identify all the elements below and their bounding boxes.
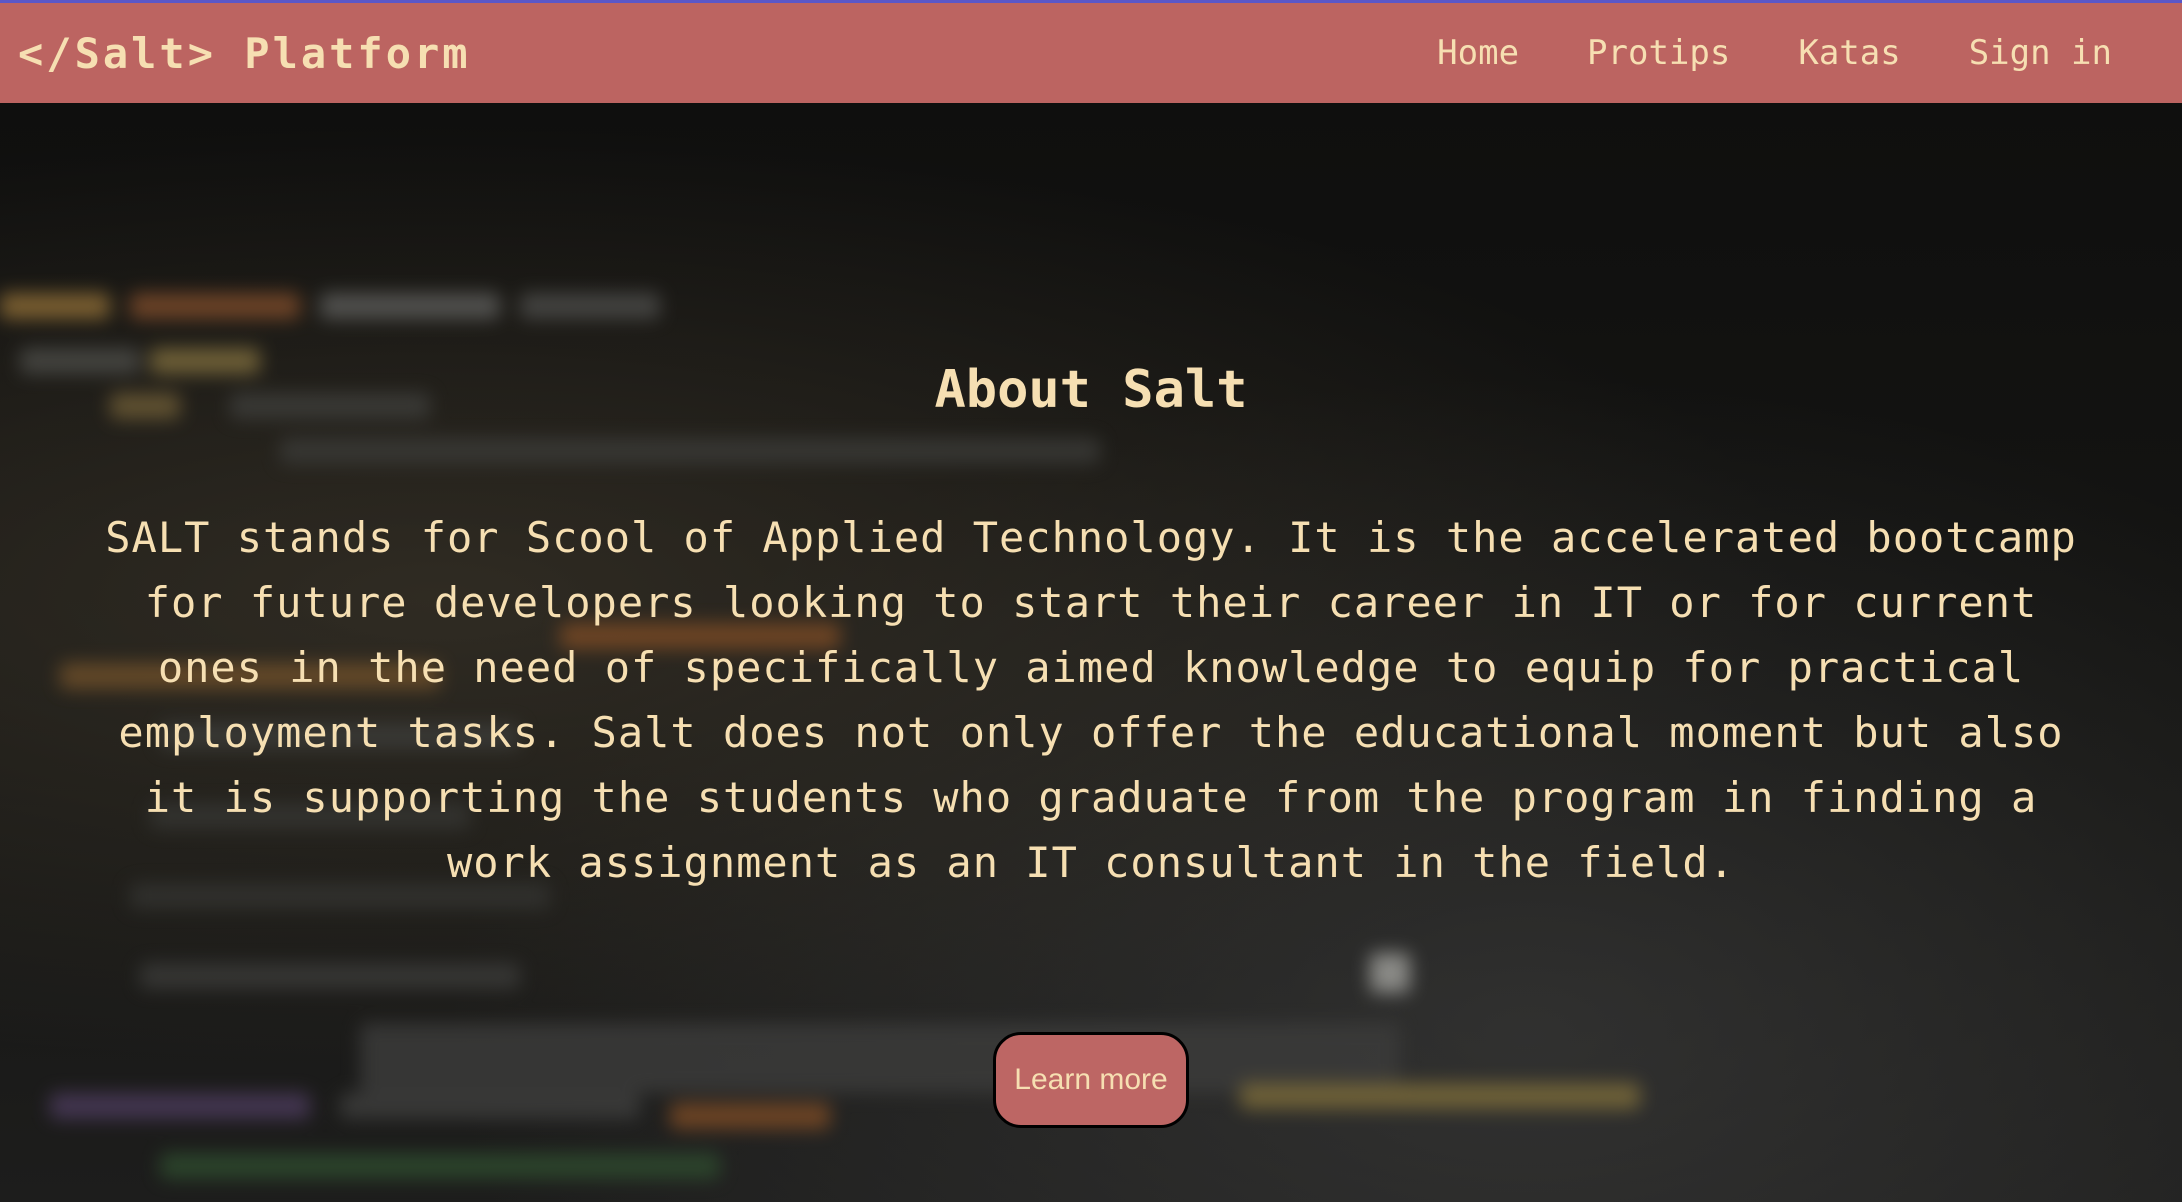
nav-katas-link[interactable]: Katas bbox=[1798, 33, 1900, 73]
nav-links: Home Protips Katas Sign in bbox=[1437, 33, 2112, 73]
nav-sign-in-link[interactable]: Sign in bbox=[1969, 33, 2112, 73]
nav-protips-link[interactable]: Protips bbox=[1587, 33, 1730, 73]
hero-title: About Salt bbox=[934, 359, 1248, 420]
hero-section: About Salt SALT stands for Scool of Appl… bbox=[0, 103, 2182, 1202]
learn-more-button[interactable]: Learn more bbox=[993, 1032, 1189, 1128]
brand-logo[interactable]: </Salt> Platform bbox=[18, 29, 471, 78]
hero-content: About Salt SALT stands for Scool of Appl… bbox=[0, 103, 2182, 1202]
hero-description: SALT stands for Scool of Applied Technol… bbox=[105, 513, 2077, 887]
nav-home-link[interactable]: Home bbox=[1437, 33, 1519, 73]
navbar: </Salt> Platform Home Protips Katas Sign… bbox=[0, 3, 2182, 103]
